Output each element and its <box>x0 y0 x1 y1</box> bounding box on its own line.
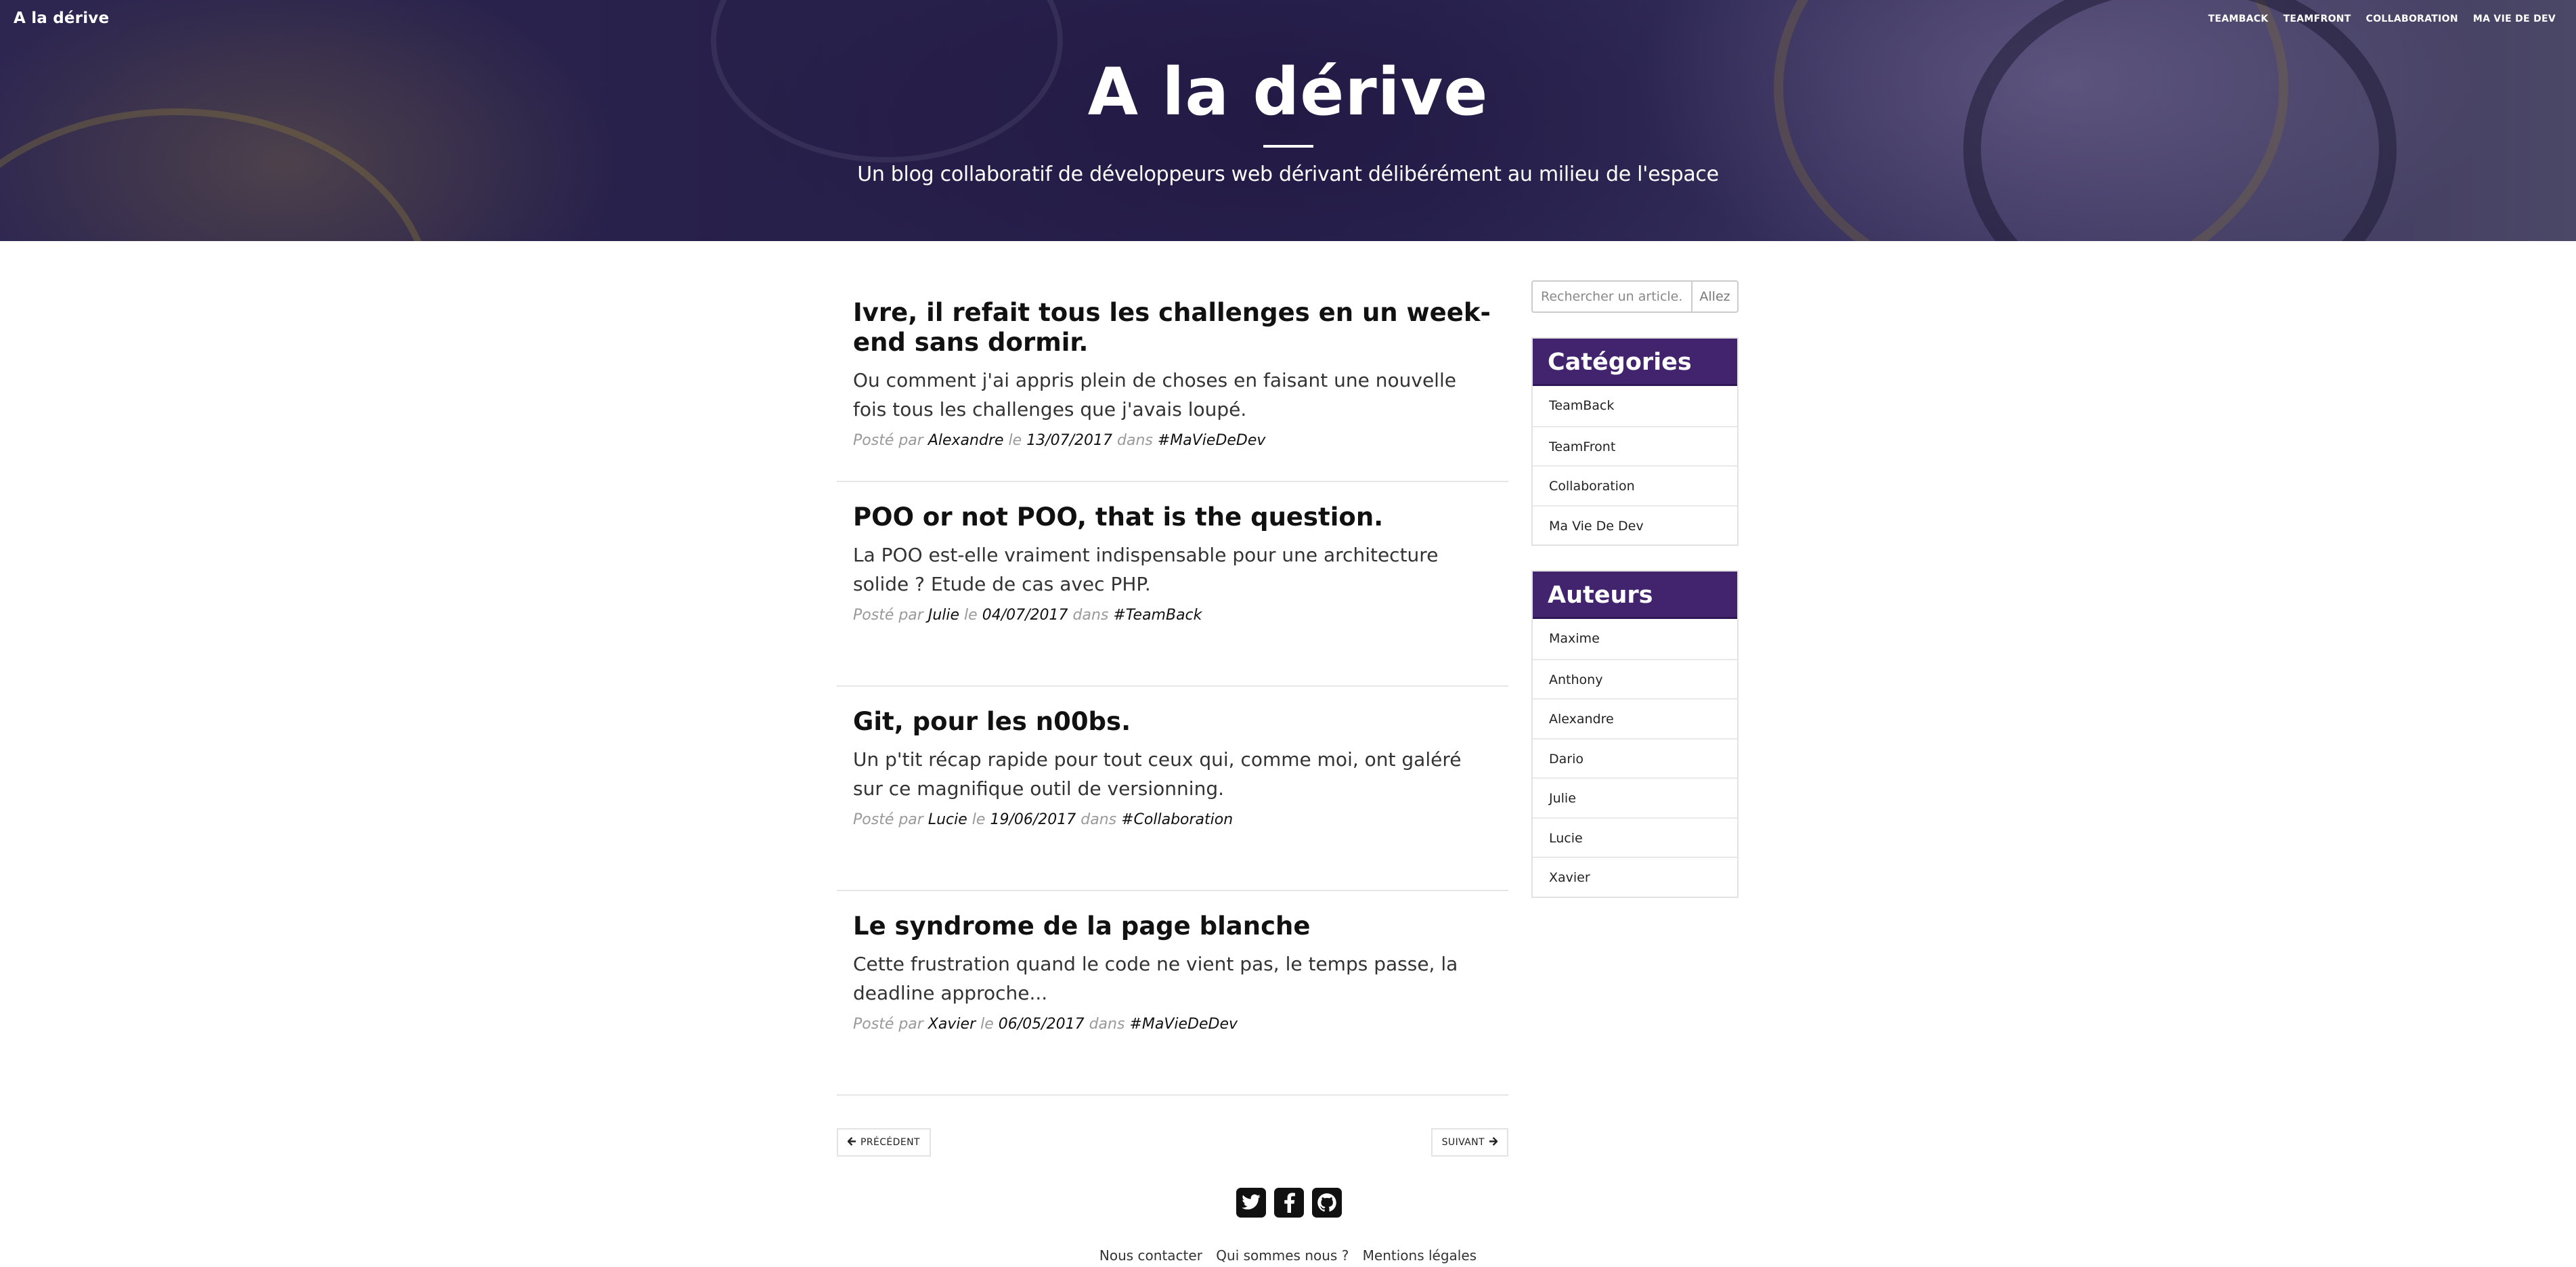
post-excerpt: La POO est-elle vraiment indispensable p… <box>853 544 1439 595</box>
post-meta: Posté par Alexandre le 13/07/2017 dans #… <box>853 432 1492 449</box>
hero-header: A la dérive TEAMBACK TEAMFRONT COLLABORA… <box>0 0 2576 241</box>
author-link-maxime[interactable]: Maxime <box>1533 619 1737 659</box>
nav-link-ma-vie-de-dev[interactable]: MA VIE DE DEV <box>2473 14 2556 24</box>
date-label: le <box>980 1016 994 1033</box>
category-link-collaboration[interactable]: Collaboration <box>1533 465 1737 505</box>
contact-link[interactable]: Nous contacter <box>1099 1247 1202 1264</box>
search-button[interactable]: Allez <box>1691 280 1739 313</box>
post-excerpt: Ou comment j'ai appris plein de choses e… <box>853 369 1456 421</box>
post-preview: Git, pour les n00bs. Un p'tit récap rapi… <box>837 687 1508 891</box>
categories-heading: Catégories <box>1533 339 1737 386</box>
category-link-teamfront[interactable]: TeamFront <box>1533 425 1737 466</box>
date-label: le <box>1008 432 1022 449</box>
footer-links: Nous contacter Qui sommes nous ? Mention… <box>0 1247 2576 1264</box>
nav-link-collaboration[interactable]: COLLABORATION <box>2366 14 2458 24</box>
post-meta: Posté par Julie le 04/07/2017 dans #Team… <box>853 607 1492 624</box>
author-link-anthony[interactable]: Anthony <box>1533 658 1737 699</box>
post-author-link[interactable]: Xavier <box>928 1016 976 1033</box>
category-link-teamback[interactable]: TeamBack <box>1533 386 1737 426</box>
post-author-link[interactable]: Alexandre <box>928 432 1004 449</box>
previous-page-button[interactable]: PRÉCÉDENT <box>837 1128 931 1157</box>
post-excerpt: Un p'tit récap rapide pour tout ceux qui… <box>853 748 1462 800</box>
site-title: A la dérive <box>1087 54 1489 130</box>
post-author-link[interactable]: Julie <box>928 607 959 624</box>
date-label: le <box>972 811 986 828</box>
twitter-icon[interactable] <box>1236 1188 1266 1218</box>
category-link-ma-vie-de-dev[interactable]: Ma Vie De Dev <box>1533 504 1737 545</box>
date-label: le <box>964 607 978 624</box>
posted-by-label: Posté par <box>853 1016 923 1033</box>
brand-link[interactable]: A la dérive <box>14 9 109 27</box>
post-preview: POO or not POO, that is the question. La… <box>837 482 1508 687</box>
authors-panel: Auteurs Maxime Anthony Alexandre Dario J… <box>1531 570 1739 898</box>
previous-page-label: PRÉCÉDENT <box>860 1137 920 1148</box>
search-form: Allez <box>1531 280 1739 313</box>
post-title-link[interactable]: POO or not POO, that is the question. <box>853 502 1492 532</box>
about-link[interactable]: Qui sommes nous ? <box>1216 1247 1349 1264</box>
post-category-link[interactable]: #MaVieDeDev <box>1129 1016 1238 1033</box>
post-date: 04/07/2017 <box>982 607 1068 624</box>
post-list: Ivre, il refait tous les challenges en u… <box>837 278 1508 1096</box>
next-page-label: SUIVANT <box>1441 1137 1485 1148</box>
search-input[interactable] <box>1531 280 1691 313</box>
in-label: dans <box>1072 607 1109 624</box>
post-title-link[interactable]: Git, pour les n00bs. <box>853 707 1492 737</box>
author-link-julie[interactable]: Julie <box>1533 777 1737 817</box>
post-category-link[interactable]: #Collaboration <box>1121 811 1233 828</box>
social-links <box>1236 1188 1342 1218</box>
author-link-dario[interactable]: Dario <box>1533 737 1737 778</box>
post-preview: Ivre, il refait tous les challenges en u… <box>837 278 1508 482</box>
post-meta: Posté par Xavier le 06/05/2017 dans #MaV… <box>853 1016 1492 1033</box>
author-link-alexandre[interactable]: Alexandre <box>1533 698 1737 738</box>
title-divider <box>1263 145 1313 148</box>
post-title-link[interactable]: Ivre, il refait tous les challenges en u… <box>853 298 1492 358</box>
post-category-link[interactable]: #MaVieDeDev <box>1158 432 1266 449</box>
top-navigation: TEAMBACK TEAMFRONT COLLABORATION MA VIE … <box>2208 14 2556 24</box>
posted-by-label: Posté par <box>853 607 923 624</box>
arrow-left-icon <box>847 1136 856 1148</box>
post-preview: Le syndrome de la page blanche Cette fru… <box>837 891 1508 1096</box>
github-icon[interactable] <box>1312 1188 1342 1218</box>
pagination: PRÉCÉDENT SUIVANT <box>837 1128 1508 1157</box>
nav-link-teamfront[interactable]: TEAMFRONT <box>2284 14 2351 24</box>
post-date: 13/07/2017 <box>1026 432 1112 449</box>
in-label: dans <box>1080 811 1117 828</box>
site-subtitle: Un blog collaboratif de développeurs web… <box>857 163 1719 186</box>
post-title-link[interactable]: Le syndrome de la page blanche <box>853 911 1492 941</box>
post-meta: Posté par Lucie le 19/06/2017 dans #Coll… <box>853 811 1492 828</box>
sidebar: Allez Catégories TeamBack TeamFront Coll… <box>1531 280 1739 898</box>
posted-by-label: Posté par <box>853 432 923 449</box>
arrow-right-icon <box>1489 1136 1498 1148</box>
in-label: dans <box>1089 1016 1125 1033</box>
post-author-link[interactable]: Lucie <box>928 811 967 828</box>
next-page-button[interactable]: SUIVANT <box>1431 1128 1508 1157</box>
posted-by-label: Posté par <box>853 811 923 828</box>
post-excerpt: Cette frustration quand le code ne vient… <box>853 953 1458 1004</box>
in-label: dans <box>1117 432 1153 449</box>
post-date: 06/05/2017 <box>998 1016 1085 1033</box>
post-category-link[interactable]: #TeamBack <box>1113 607 1202 624</box>
facebook-icon[interactable] <box>1274 1188 1304 1218</box>
post-date: 19/06/2017 <box>990 811 1076 828</box>
authors-heading: Auteurs <box>1533 572 1737 619</box>
legal-notice-link[interactable]: Mentions légales <box>1363 1247 1477 1264</box>
nav-link-teamback[interactable]: TEAMBACK <box>2208 14 2269 24</box>
author-link-lucie[interactable]: Lucie <box>1533 817 1737 857</box>
author-link-xavier[interactable]: Xavier <box>1533 857 1737 897</box>
categories-panel: Catégories TeamBack TeamFront Collaborat… <box>1531 337 1739 546</box>
